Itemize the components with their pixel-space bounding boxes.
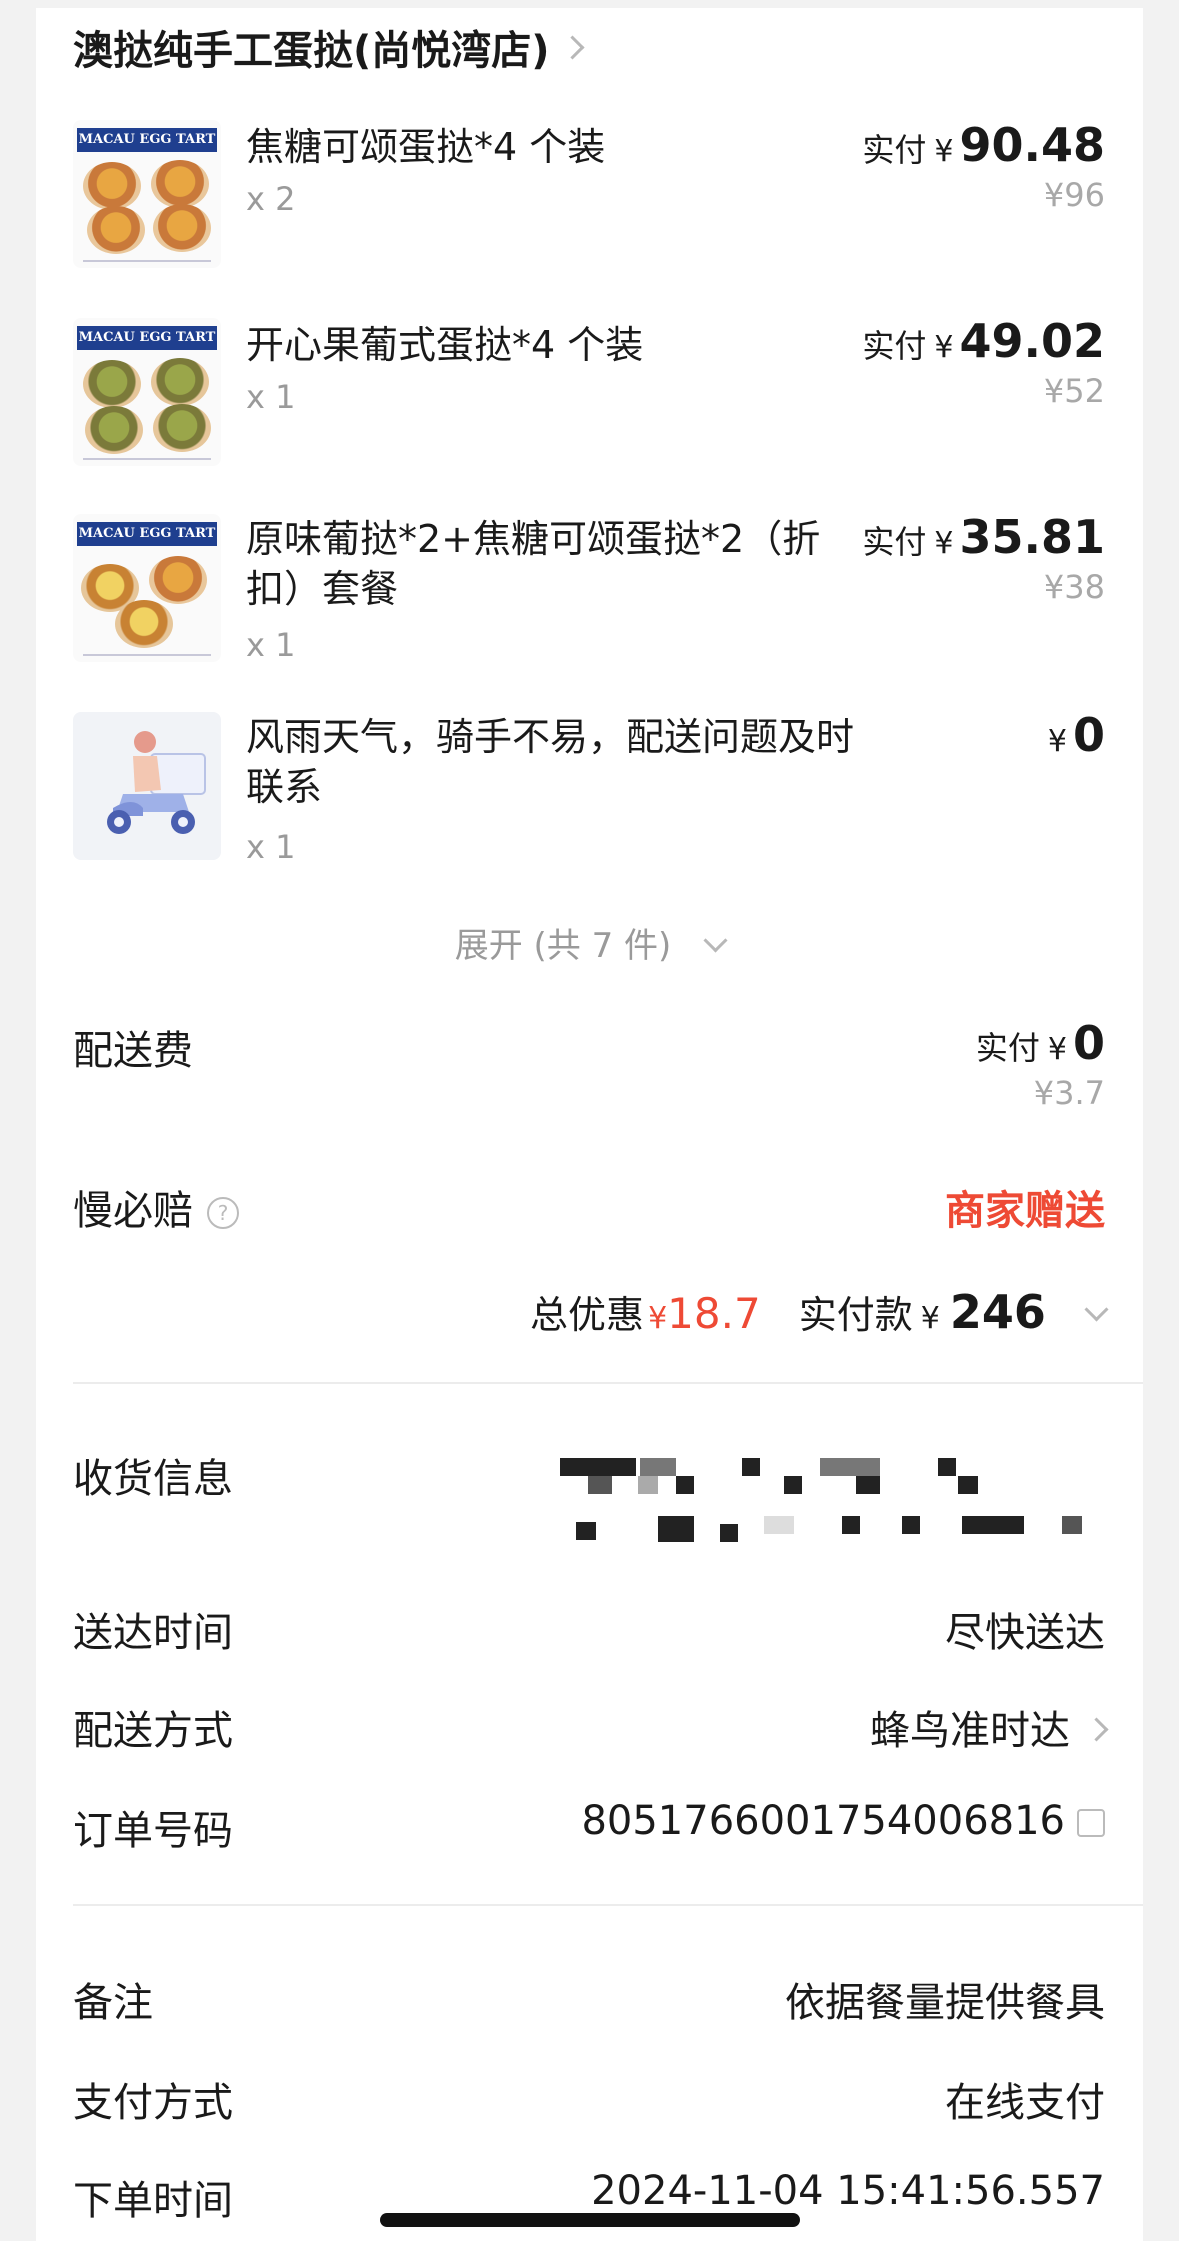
paid-total-currency: ¥ xyxy=(920,1301,940,1336)
item-thumbnail[interactable]: MACAU EGG TART xyxy=(73,120,221,268)
chevron-down-icon xyxy=(703,928,728,953)
paid-total-amount: 246 xyxy=(949,1285,1046,1339)
divider xyxy=(73,1904,1143,1906)
remark-label: 备注 xyxy=(73,1980,153,2026)
expand-items-button[interactable]: 展开 (共 7 件) xyxy=(36,918,1143,967)
remark-value: 依据餐量提供餐具 xyxy=(785,1980,1105,2026)
chevron-down-icon xyxy=(1084,1297,1109,1322)
delivery-method-value: 蜂鸟准时达 xyxy=(870,1708,1070,1754)
store-name-link[interactable]: 澳挞纯手工蛋挞(尚悦湾店) xyxy=(73,18,585,76)
delivery-time-value: 尽快送达 xyxy=(945,1610,1105,1656)
paid-label: 实付 xyxy=(862,327,927,365)
item-paid: 实付 ¥35.81 xyxy=(862,510,1105,564)
order-detail-card: 澳挞纯手工蛋挞(尚悦湾店) MACAU EGG TART 焦糖可颂蛋挞*4 个装… xyxy=(36,8,1143,2241)
item-quantity: x 1 xyxy=(246,828,296,866)
chevron-right-icon xyxy=(1084,1717,1109,1742)
discount-amount: 18.7 xyxy=(667,1289,761,1338)
order-number-value: 8051766001754006816 xyxy=(581,1798,1065,1844)
order-number-row: 8051766001754006816 xyxy=(581,1798,1113,1844)
currency: ¥ xyxy=(934,330,954,365)
item-paid: 实付 ¥49.02 xyxy=(862,314,1105,368)
item-original-price: ¥96 xyxy=(1043,176,1105,214)
currency: ¥ xyxy=(1047,724,1067,759)
item-original-price: ¥52 xyxy=(1043,372,1105,410)
paid-amount: 0 xyxy=(1072,1016,1105,1070)
delivery-fee-label: 配送费 xyxy=(73,1028,193,1074)
scooter-rider-icon xyxy=(107,731,206,834)
paid-amount: 0 xyxy=(1072,708,1105,762)
tart-banner: MACAU EGG TART xyxy=(77,522,217,546)
slow-compensation-label: 慢必赔? xyxy=(73,1178,239,1236)
store-name: 澳挞纯手工蛋挞(尚悦湾店) xyxy=(73,28,550,74)
expand-label: 展开 (共 7 件) xyxy=(454,926,672,966)
order-time-value: 2024-11-04 15:41:56.557 xyxy=(591,2168,1105,2214)
item-quantity: x 1 xyxy=(246,626,296,664)
paid-amount: 90.48 xyxy=(959,118,1105,172)
item-name: 风雨天气，骑手不易，配送问题及时联系 xyxy=(246,715,855,809)
divider xyxy=(73,1382,1143,1384)
receiver-info-label: 收货信息 xyxy=(73,1456,233,1502)
item-name: 焦糖可颂蛋挞*4 个装 xyxy=(246,125,606,169)
paid-label: 实付 xyxy=(862,523,927,561)
delivery-method-label: 配送方式 xyxy=(73,1708,233,1754)
currency: ¥ xyxy=(1047,1032,1067,1067)
item-thumbnail[interactable]: MACAU EGG TART xyxy=(73,514,221,662)
delivery-fee-paid: 实付 ¥0 xyxy=(976,1016,1105,1070)
home-indicator[interactable] xyxy=(380,2213,800,2227)
order-time-label: 下单时间 xyxy=(73,2178,233,2224)
delivery-method-link[interactable]: 蜂鸟准时达 xyxy=(870,1698,1109,1756)
paid-amount: 35.81 xyxy=(959,510,1105,564)
order-number-label: 订单号码 xyxy=(73,1808,233,1854)
currency: ¥ xyxy=(934,526,954,561)
copy-icon[interactable] xyxy=(1077,1803,1113,1837)
paid-total-label: 实付款 xyxy=(798,1293,913,1337)
payment-method-label: 支付方式 xyxy=(73,2080,233,2126)
item-paid: 实付 ¥90.48 xyxy=(862,118,1105,172)
item-original-price: ¥38 xyxy=(1043,568,1105,606)
paid-label: 实付 xyxy=(862,131,927,169)
item-name: 原味葡挞*2+焦糖可颂蛋挞*2（折扣）套餐 xyxy=(246,517,821,611)
discount-label: 总优惠 xyxy=(530,1293,645,1337)
paid-label: 实付 xyxy=(975,1029,1040,1067)
delivery-fee-original: ¥3.7 xyxy=(1033,1074,1105,1112)
slow-compensation-value: 商家赠送 xyxy=(945,1188,1105,1234)
discount-currency: ¥ xyxy=(648,1301,668,1336)
item-quantity: x 1 xyxy=(246,378,296,416)
paid-amount: 49.02 xyxy=(959,314,1105,368)
item-name: 开心果葡式蛋挞*4 个装 xyxy=(246,323,644,367)
currency: ¥ xyxy=(934,134,954,169)
chevron-right-icon xyxy=(560,34,585,60)
order-summary[interactable]: 总优惠 ¥18.7 实付款 ¥246 xyxy=(530,1284,1109,1339)
tart-banner: MACAU EGG TART xyxy=(77,326,217,350)
help-icon[interactable]: ? xyxy=(207,1197,239,1229)
slow-compensation-text: 慢必赔 xyxy=(73,1188,193,1234)
item-thumbnail[interactable]: MACAU EGG TART xyxy=(73,318,221,466)
payment-method-value: 在线支付 xyxy=(945,2080,1105,2126)
item-quantity: x 2 xyxy=(246,180,296,218)
rider-thumbnail[interactable] xyxy=(73,712,221,860)
item-paid: ¥0 xyxy=(1040,708,1105,762)
tart-banner: MACAU EGG TART xyxy=(77,128,217,152)
delivery-time-label: 送达时间 xyxy=(73,1610,233,1656)
